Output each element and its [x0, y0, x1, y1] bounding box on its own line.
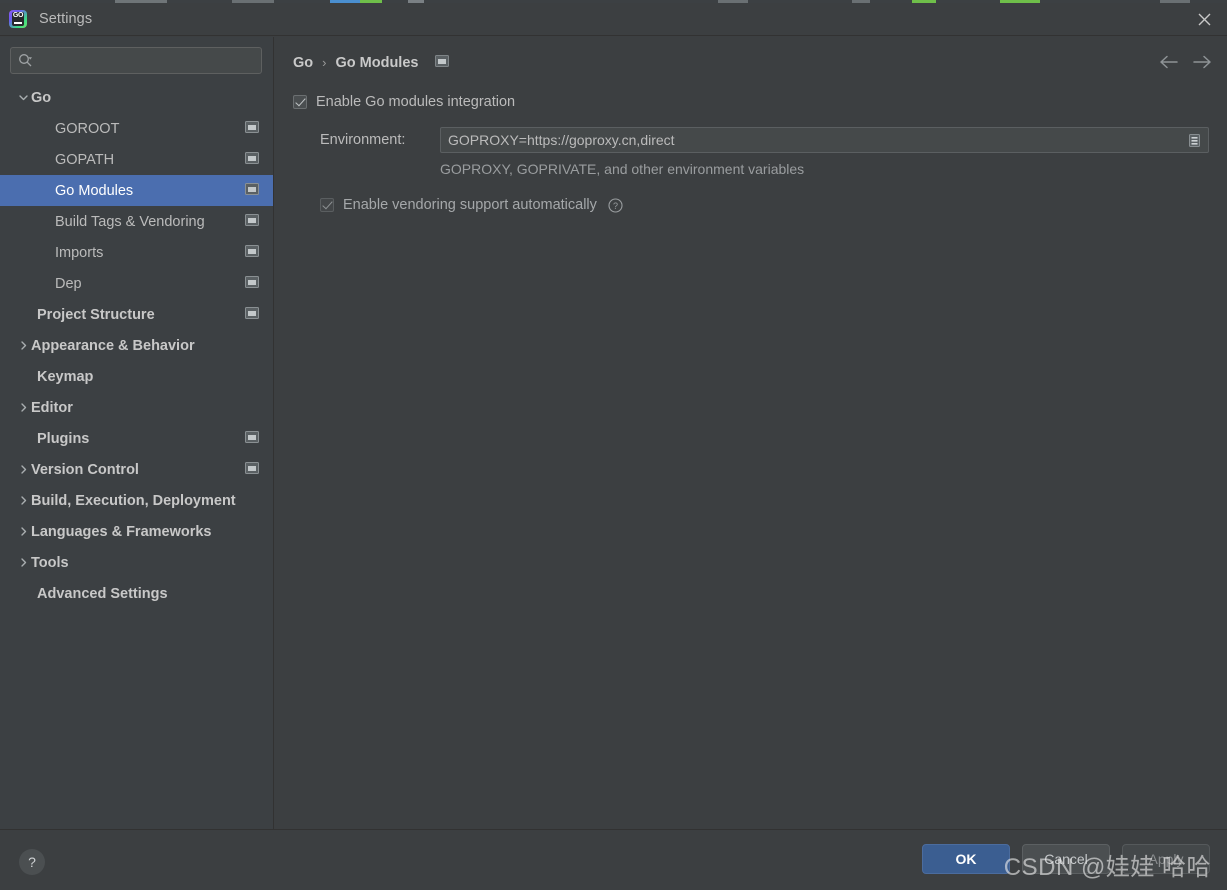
- title-bar: GO Settings: [0, 3, 1227, 36]
- expand-editor-icon[interactable]: [1183, 129, 1205, 151]
- help-circle-icon[interactable]: ?: [608, 197, 623, 213]
- help-icon[interactable]: ?: [19, 849, 45, 875]
- sidebar-item-label: Build, Execution, Deployment: [31, 492, 236, 509]
- breadcrumb-separator: ›: [322, 54, 327, 70]
- sidebar-item-build-tags-vendoring[interactable]: Build Tags & Vendoring: [0, 206, 273, 237]
- breadcrumb: Go › Go Modules: [293, 53, 450, 73]
- search-icon: [18, 53, 33, 68]
- history-nav: [1157, 51, 1213, 73]
- settings-tree: Go GOROOT GOPATH Go Modules Build Tags & Ven…: [0, 82, 273, 609]
- sidebar-item-editor[interactable]: Editor: [0, 392, 273, 423]
- sidebar-item-appearance-behavior[interactable]: Appearance & Behavior: [0, 330, 273, 361]
- sidebar-item-goroot[interactable]: GOROOT: [0, 113, 273, 144]
- go-modules-form: Enable Go modules integration Environmen…: [293, 91, 1209, 213]
- sidebar-item-go-modules[interactable]: Go Modules: [0, 175, 273, 206]
- project-scope-icon[interactable]: [245, 244, 259, 261]
- sidebar-item-label: Build Tags & Vendoring: [55, 213, 205, 230]
- sidebar-item-label: Plugins: [37, 430, 90, 447]
- project-scope-icon[interactable]: [245, 151, 259, 168]
- sidebar-item-label: GOPATH: [55, 151, 115, 168]
- sidebar-item-version-control[interactable]: Version Control: [0, 454, 273, 485]
- sidebar-item-gopath[interactable]: GOPATH: [0, 144, 273, 175]
- sidebar-item-label: Tools: [31, 554, 69, 571]
- search-container: [0, 37, 273, 74]
- close-icon[interactable]: [1181, 3, 1227, 36]
- project-scope-icon[interactable]: [245, 120, 259, 137]
- sidebar-item-project-structure[interactable]: Project Structure: [0, 299, 273, 330]
- sidebar-item-label: Go Modules: [55, 182, 134, 199]
- sidebar-item-label: Project Structure: [37, 306, 155, 323]
- chevron-right-icon[interactable]: [15, 338, 31, 354]
- enable-go-modules-row[interactable]: Enable Go modules integration: [293, 91, 1209, 113]
- sidebar-item-label: Dep: [55, 275, 82, 292]
- project-scope-icon[interactable]: [245, 182, 259, 199]
- dialog-footer: ? OK Cancel Apply: [0, 829, 1227, 890]
- sidebar-item-label: Imports: [55, 244, 104, 261]
- search-input[interactable]: [37, 53, 254, 68]
- environment-hint: GOPROXY, GOPRIVATE, and other environmen…: [440, 161, 805, 177]
- cancel-button[interactable]: Cancel: [1022, 844, 1110, 874]
- window-title: Settings: [39, 11, 93, 27]
- sidebar-item-advanced-settings[interactable]: Advanced Settings: [0, 578, 273, 609]
- project-scope-icon[interactable]: [245, 213, 259, 230]
- arrow-right-icon[interactable]: [1191, 51, 1213, 73]
- environment-row: Environment:: [293, 127, 1209, 153]
- sidebar-item-label: Version Control: [31, 461, 139, 478]
- chevron-right-icon[interactable]: [15, 555, 31, 571]
- goland-logo-icon: GO: [9, 10, 27, 28]
- sidebar-item-label: Advanced Settings: [37, 585, 168, 602]
- sidebar-item-languages-frameworks[interactable]: Languages & Frameworks: [0, 516, 273, 547]
- environment-input[interactable]: [448, 132, 1183, 148]
- project-scope-icon[interactable]: [245, 461, 259, 478]
- sidebar-item-dep[interactable]: Dep: [0, 268, 273, 299]
- search-box[interactable]: [10, 47, 262, 74]
- settings-dialog: GO Settings Go GOROOT GOPATH Go Modules …: [0, 0, 1227, 890]
- sidebar-item-label: Languages & Frameworks: [31, 523, 212, 540]
- enable-go-modules-label: Enable Go modules integration: [316, 94, 516, 110]
- chevron-right-icon[interactable]: [15, 400, 31, 416]
- arrow-left-icon[interactable]: [1157, 51, 1179, 73]
- environment-field[interactable]: [440, 127, 1209, 153]
- sidebar-item-label: GOROOT: [55, 120, 120, 137]
- sidebar-item-go[interactable]: Go: [0, 82, 273, 113]
- sidebar-item-imports[interactable]: Imports: [0, 237, 273, 268]
- enable-vendoring-checkbox[interactable]: [320, 198, 334, 212]
- sidebar-item-keymap[interactable]: Keymap: [0, 361, 273, 392]
- apply-button[interactable]: Apply: [1122, 844, 1210, 874]
- ok-button[interactable]: OK: [922, 844, 1010, 874]
- breadcrumb-root[interactable]: Go: [293, 55, 313, 71]
- enable-vendoring-label: Enable vendoring support automatically: [343, 197, 597, 213]
- sidebar-item-label: Go: [31, 89, 52, 106]
- sidebar-item-label: Keymap: [37, 368, 94, 385]
- breadcrumb-current: Go Modules: [335, 55, 419, 71]
- chevron-down-icon[interactable]: [15, 90, 31, 106]
- sidebar-item-tools[interactable]: Tools: [0, 547, 273, 578]
- dialog-body: Go GOROOT GOPATH Go Modules Build Tags & Ven…: [0, 37, 1227, 829]
- chevron-right-icon[interactable]: [15, 524, 31, 540]
- settings-content-pane: Go › Go Modules Enable Go modules integr…: [275, 37, 1227, 829]
- settings-sidebar: Go GOROOT GOPATH Go Modules Build Tags & Ven…: [0, 37, 274, 829]
- dialog-buttons: OK Cancel Apply: [922, 844, 1210, 874]
- svg-text:?: ?: [613, 201, 618, 211]
- project-scope-icon[interactable]: [435, 54, 450, 72]
- sidebar-item-plugins[interactable]: Plugins: [0, 423, 273, 454]
- sidebar-item-label: Appearance & Behavior: [31, 337, 195, 354]
- project-scope-icon[interactable]: [245, 306, 259, 323]
- sidebar-item-label: Editor: [31, 399, 73, 416]
- enable-go-modules-checkbox[interactable]: [293, 95, 307, 109]
- enable-vendoring-row[interactable]: Enable vendoring support automatically ?: [293, 197, 1209, 213]
- project-scope-icon[interactable]: [245, 275, 259, 292]
- chevron-right-icon[interactable]: [15, 493, 31, 509]
- project-scope-icon[interactable]: [245, 430, 259, 447]
- chevron-right-icon[interactable]: [15, 462, 31, 478]
- sidebar-item-build-execution-deployment[interactable]: Build, Execution, Deployment: [0, 485, 273, 516]
- environment-label: Environment:: [320, 132, 406, 148]
